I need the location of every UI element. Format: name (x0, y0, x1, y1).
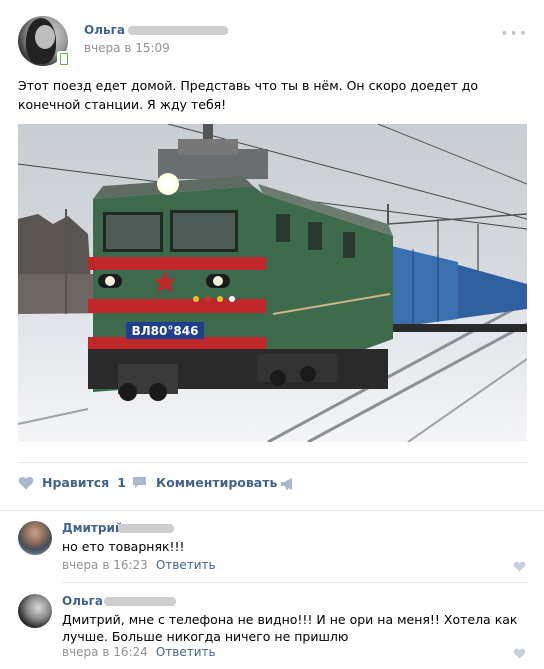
commenter-avatar[interactable] (18, 521, 52, 555)
comment-item: Дмитрий но ето товарняк!!! вчера в 16:23… (18, 521, 528, 577)
comments-divider (0, 510, 544, 511)
comment-text: но ето товарняк!!! (62, 539, 185, 554)
heart-icon[interactable] (513, 648, 526, 659)
commenter-name[interactable]: Дмитрий (62, 521, 123, 535)
comment-meta: вчера в 16:24 Ответить (62, 645, 216, 659)
mobile-online-icon (57, 51, 69, 66)
redacted-surname (104, 597, 176, 606)
reply-button[interactable]: Ответить (156, 558, 216, 572)
comment-time[interactable]: вчера в 16:23 (62, 558, 148, 572)
post-actions: Нравится 1 Комментировать (18, 475, 528, 497)
comment-button[interactable]: Комментировать (132, 475, 277, 490)
comment-divider (62, 582, 528, 583)
comment-item: Ольга Дмитрий, мне с телефона не видно!!… (18, 594, 528, 664)
post-text: Этот поезд едет домой. Представь что ты … (18, 78, 479, 112)
like-count: 1 (117, 475, 126, 490)
post-header: Ольга вчера в 15:09 ••• (18, 16, 528, 66)
comment-text: Дмитрий, мне с телефона не видно!!! И не… (62, 612, 518, 644)
reply-button[interactable]: Ответить (156, 645, 216, 659)
like-button[interactable]: Нравится 1 (18, 475, 126, 490)
commenter-name[interactable]: Ольга (62, 594, 103, 608)
comment-time[interactable]: вчера в 16:24 (62, 645, 148, 659)
locomotive-number-plate: ВЛ80°846 (132, 324, 199, 338)
commenter-avatar[interactable] (18, 594, 52, 628)
comment-bubble-icon (133, 477, 146, 488)
heart-icon (18, 476, 34, 489)
comment-meta: вчера в 16:23 Ответить (62, 558, 216, 572)
comment-label: Комментировать (156, 475, 278, 490)
author-name[interactable]: Ольга (84, 23, 125, 37)
share-megaphone-icon[interactable] (280, 477, 296, 491)
heart-icon[interactable] (513, 561, 526, 572)
like-label: Нравится (42, 475, 110, 490)
redacted-surname (118, 524, 174, 533)
post-time[interactable]: вчера в 15:09 (84, 41, 170, 55)
post-divider (18, 462, 528, 463)
more-dots-icon[interactable]: ••• (500, 26, 528, 42)
redacted-surname (128, 26, 228, 35)
post-photo[interactable]: ВЛ80°846 (18, 124, 527, 442)
